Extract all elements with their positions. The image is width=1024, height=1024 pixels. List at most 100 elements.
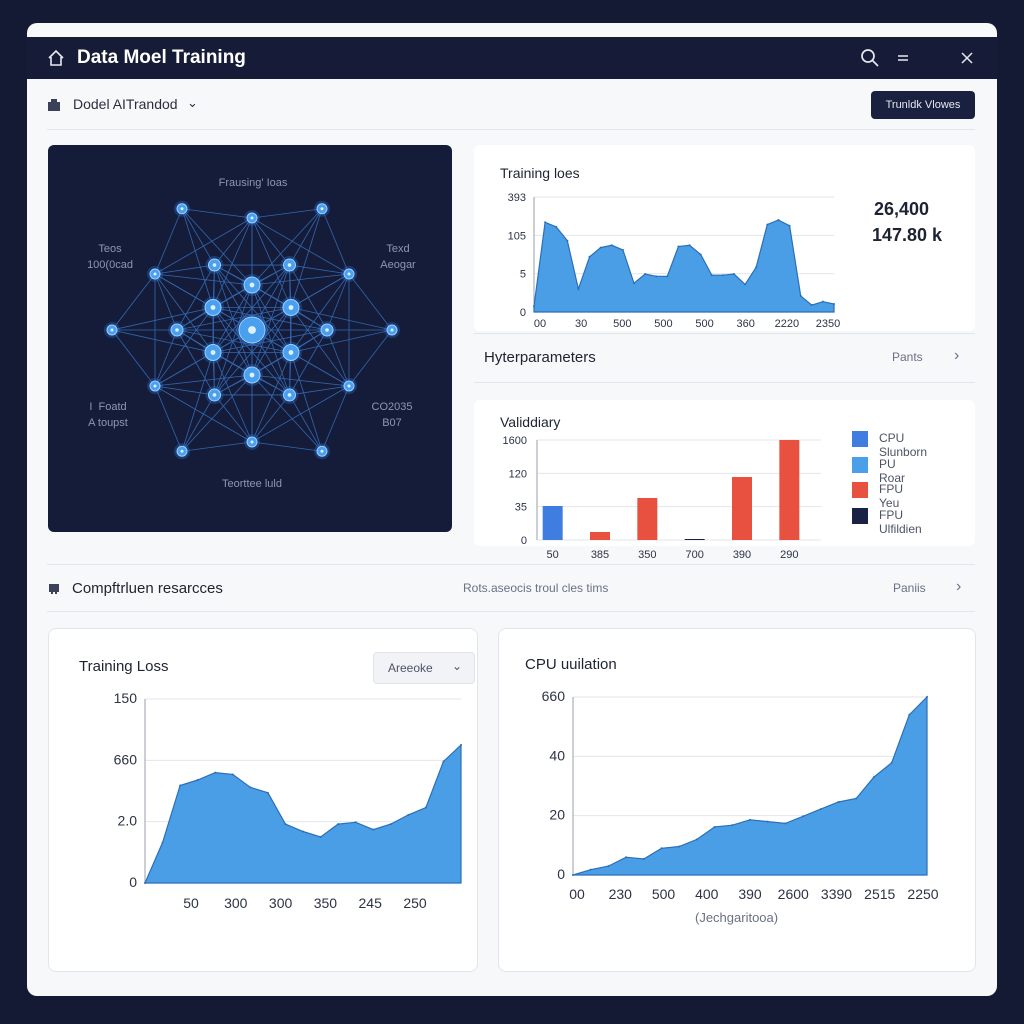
- chevron-down-icon[interactable]: ⌄: [452, 659, 462, 673]
- data-point: [872, 776, 875, 779]
- node-core: [210, 305, 216, 310]
- data-point: [766, 820, 769, 823]
- network-edge: [326, 329, 350, 387]
- data-point: [144, 882, 146, 884]
- cpu-utilization-title: CPU uuilation: [525, 656, 617, 673]
- training-loss-large-title: Training Loss: [79, 658, 169, 675]
- network-edge: [154, 208, 183, 275]
- y-tick-label: 0: [129, 874, 137, 890]
- validation-title: Validdiary: [500, 414, 561, 430]
- network-edge: [251, 217, 350, 275]
- hyperparameters-link[interactable]: Pants: [892, 350, 923, 364]
- data-point: [337, 823, 340, 826]
- data-point: [788, 224, 791, 227]
- x-tick-label: 3390: [821, 886, 852, 902]
- data-point: [372, 828, 375, 831]
- network-edge: [251, 217, 290, 266]
- resources-row[interactable]: Compftrluen resarcces Rots.aseocis troul…: [47, 564, 975, 612]
- network-edge: [154, 329, 178, 387]
- data-point: [249, 786, 252, 789]
- network-edge: [181, 208, 215, 266]
- data-point: [577, 288, 580, 290]
- x-tick-label: 385: [591, 549, 609, 560]
- data-point: [460, 744, 462, 746]
- network-top-label: Frausing' Ioas: [218, 177, 288, 189]
- x-tick-label: 400: [695, 886, 719, 902]
- data-point: [555, 225, 558, 228]
- y-tick-label: 1600: [503, 435, 527, 447]
- data-point: [284, 823, 287, 826]
- data-point: [572, 874, 574, 876]
- data-point: [695, 838, 698, 841]
- y-tick-label: 0: [557, 866, 565, 882]
- y-tick-label: 20: [549, 807, 565, 823]
- data-point: [908, 713, 911, 716]
- node-core: [250, 440, 254, 444]
- data-point: [837, 801, 840, 804]
- chevron-right-icon[interactable]: ›: [956, 578, 961, 596]
- data-point: [607, 865, 610, 868]
- network-lower-right-label: CO2035 B07: [371, 401, 413, 429]
- close-icon[interactable]: [957, 48, 977, 68]
- data-point: [810, 304, 813, 307]
- hyperparameters-label: Hyterparameters: [484, 349, 596, 366]
- network-edge: [251, 385, 350, 443]
- hyperparameters-row[interactable]: Hyterparameters Pants ›: [474, 333, 975, 383]
- data-point: [588, 255, 591, 258]
- y-tick-label: 393: [508, 192, 526, 204]
- bar: [637, 498, 658, 540]
- data-point: [819, 808, 822, 811]
- x-tick-label: 350: [314, 895, 338, 911]
- data-point: [407, 813, 410, 816]
- y-tick-label: 660: [542, 688, 566, 704]
- training-loss-title: Training loes: [500, 165, 580, 181]
- search-icon[interactable]: [860, 48, 880, 68]
- validation-card: Validdiary 0 35 120 1600 50 385 350 700 390 290 C…: [474, 400, 975, 560]
- data-point: [442, 760, 445, 763]
- data-point: [699, 253, 702, 256]
- node-core: [212, 393, 217, 397]
- data-point: [196, 778, 199, 781]
- data-point: [749, 818, 751, 821]
- node-core: [287, 393, 292, 397]
- node-core: [320, 449, 324, 453]
- menu-icon[interactable]: [893, 48, 913, 68]
- home-icon[interactable]: [47, 49, 65, 67]
- data-point: [713, 825, 716, 828]
- data-point: [599, 246, 602, 249]
- x-tick-label: 390: [738, 886, 762, 902]
- y-tick-label: 0: [521, 535, 527, 547]
- x-tick-label: 2515: [864, 886, 895, 902]
- x-tick-label: 50: [183, 895, 199, 911]
- cpu-xlabel: (Jechgaritooa): [695, 910, 779, 925]
- node-core: [347, 272, 351, 276]
- node-core: [390, 328, 394, 332]
- chevron-down-icon[interactable]: ⌄: [187, 95, 198, 111]
- y-tick-label: 660: [114, 751, 138, 767]
- data-point: [302, 830, 304, 833]
- data-point: [179, 784, 182, 787]
- chevron-right-icon[interactable]: ›: [954, 347, 959, 365]
- node-core: [249, 282, 255, 288]
- data-point: [677, 245, 680, 248]
- train-button[interactable]: Trunldk Vlowes: [871, 91, 975, 119]
- data-point: [755, 266, 758, 269]
- network-edge: [289, 264, 350, 275]
- data-point: [799, 294, 802, 297]
- data-point: [890, 761, 893, 764]
- x-tick-label: 360: [737, 318, 755, 330]
- data-point: [533, 305, 535, 308]
- data-point: [678, 845, 681, 848]
- data-point: [544, 221, 547, 224]
- stat-value-1: 26,400: [874, 199, 930, 219]
- range-dropdown[interactable]: Areeoke ⌄: [373, 652, 475, 684]
- legend-swatch: [852, 431, 868, 447]
- network-edge: [154, 273, 178, 331]
- network-edge: [251, 208, 323, 219]
- node-core: [320, 207, 324, 211]
- data-point: [625, 856, 628, 859]
- model-selector[interactable]: Dodel AITrandod: [73, 96, 178, 112]
- network-edge: [326, 273, 350, 331]
- y-tick-label: 120: [509, 468, 527, 480]
- resources-link[interactable]: Paniis: [893, 581, 926, 595]
